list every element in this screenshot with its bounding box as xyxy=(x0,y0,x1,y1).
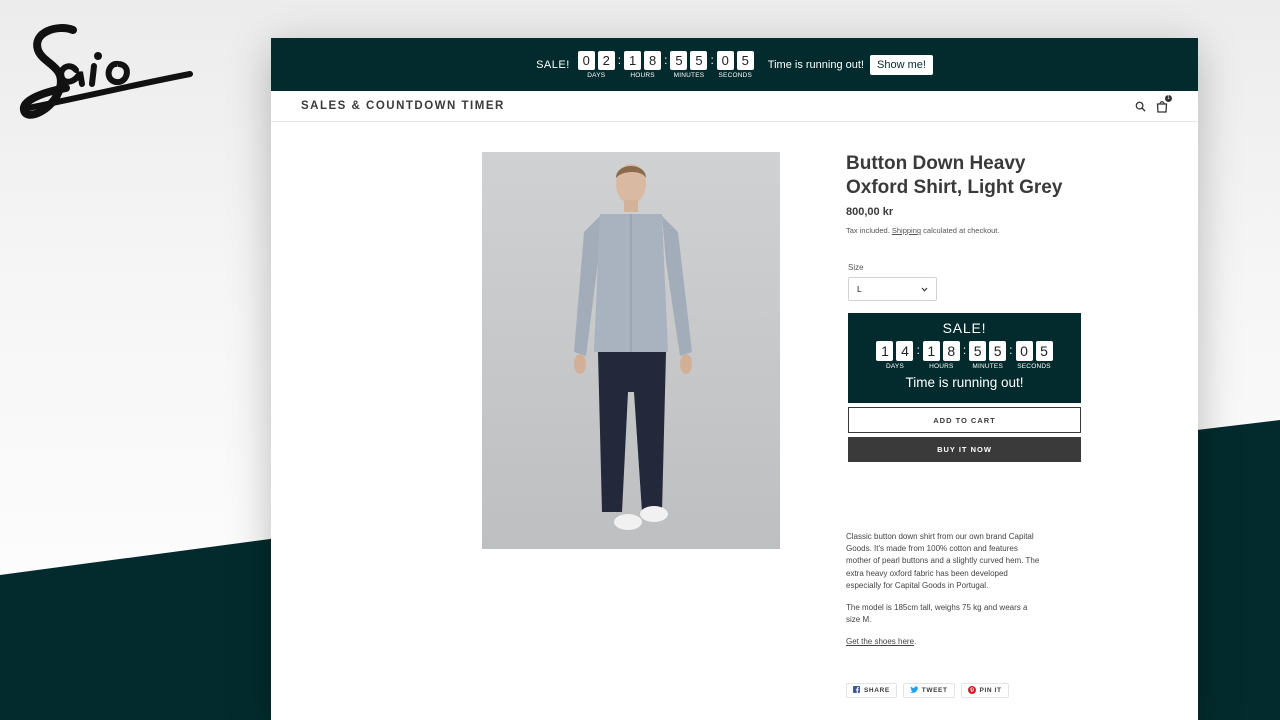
cart-icon[interactable]: 1 xyxy=(1156,94,1172,113)
countdown-days: 1 4 DAYS xyxy=(876,341,914,370)
tax-note: Tax included. Shipping calculated at che… xyxy=(846,226,1086,235)
countdown-minutes: 5 5 MINUTES xyxy=(969,341,1007,370)
share-pinterest-button[interactable]: PIN IT xyxy=(960,683,1009,698)
shoes-link[interactable]: Get the shoes here xyxy=(846,637,914,646)
product-countdown: 1 4 DAYS : 1 8 HOURS : 5 5 MINUTES: 0 5… xyxy=(848,341,1081,370)
product-countdown-box: SALE! 1 4 DAYS : 1 8 HOURS : 5 5 MINUTES… xyxy=(848,313,1081,403)
tax-text-suffix: calculated at checkout. xyxy=(923,226,1000,235)
product-info: Button Down Heavy Oxford Shirt, Light Gr… xyxy=(846,152,1086,462)
countdown-digit: 5 xyxy=(1035,341,1053,361)
pinterest-icon xyxy=(967,685,976,696)
announcement-message: Time is running out! xyxy=(767,58,864,71)
countdown-unit-label: DAYS xyxy=(885,363,904,370)
size-label: Size xyxy=(848,263,864,272)
facebook-icon xyxy=(853,686,860,695)
model-illustration xyxy=(574,164,692,530)
countdown-seconds: 0 5 SECONDS xyxy=(716,50,754,79)
countdown-announcement-bar: SALE! 0 2 DAYS : 1 8 HOURS : 5 5 MINUTES… xyxy=(271,38,1198,91)
countdown-digit: 5 xyxy=(670,50,688,70)
countdown-digit: 5 xyxy=(969,341,987,361)
size-select[interactable]: L xyxy=(848,277,937,301)
countdown-unit-label: SECONDS xyxy=(718,71,753,79)
shipping-link[interactable]: Shipping xyxy=(892,226,921,235)
countdown-minutes: 5 5 MINUTES xyxy=(670,50,708,79)
share-label: PIN IT xyxy=(979,687,1002,694)
shoes-link-suffix: . xyxy=(914,637,917,647)
product-countdown-message: Time is running out! xyxy=(905,375,1024,390)
countdown-days: 0 2 DAYS xyxy=(577,50,615,79)
product-sale-label: SALE! xyxy=(942,320,987,336)
countdown-unit-label: HOURS xyxy=(630,71,655,79)
countdown-digit: 1 xyxy=(922,341,940,361)
share-twitter-button[interactable]: TWEET xyxy=(902,683,955,698)
countdown-digit: 0 xyxy=(577,50,595,70)
show-me-button[interactable]: Show me! xyxy=(870,54,933,75)
countdown-digit: 5 xyxy=(690,50,708,70)
countdown-digit: 5 xyxy=(989,341,1007,361)
countdown-unit-label: HOURS xyxy=(929,363,954,370)
countdown-unit-label: MINUTES xyxy=(972,363,1003,370)
countdown-unit-label: SECONDS xyxy=(1017,363,1051,370)
chevron-down-icon xyxy=(921,284,928,294)
header-icons: 1 xyxy=(1135,94,1172,113)
countdown-digit: 5 xyxy=(736,50,754,70)
countdown-unit-label: MINUTES xyxy=(673,71,705,79)
countdown-separator: : xyxy=(617,52,622,67)
countdown-digit: 8 xyxy=(644,50,662,70)
store-header: SALES & COUNTDOWN TIMER 1 xyxy=(271,91,1198,122)
twitter-icon xyxy=(909,686,918,695)
product-price: 800,00 kr xyxy=(846,206,894,218)
share-buttons: SHARE TWEET PIN IT xyxy=(846,683,1009,698)
countdown-separator: : xyxy=(664,52,668,67)
countdown-separator: : xyxy=(962,343,967,357)
countdown-separator: : xyxy=(710,52,714,67)
countdown-digit: 4 xyxy=(896,341,914,361)
countdown-digit: 1 xyxy=(876,341,894,361)
store-name[interactable]: SALES & COUNTDOWN TIMER xyxy=(301,100,505,112)
announcement-sale-label: SALE! xyxy=(536,58,570,71)
buy-it-now-button[interactable]: BUY IT NOW xyxy=(848,437,1081,462)
countdown-hours: 1 8 HOURS xyxy=(922,341,960,370)
product-title: Button Down Heavy Oxford Shirt, Light Gr… xyxy=(846,153,1063,198)
countdown-digit: 0 xyxy=(1015,341,1033,361)
cart-count-badge: 1 xyxy=(1165,94,1172,102)
countdown-digit: 0 xyxy=(716,50,734,70)
search-icon[interactable] xyxy=(1135,101,1146,112)
share-label: TWEET xyxy=(921,687,948,694)
countdown-digit: 8 xyxy=(942,341,960,361)
countdown-seconds: 0 5 SECONDS xyxy=(1015,341,1053,370)
countdown-hours: 1 8 HOURS xyxy=(624,50,662,79)
announcement-countdown: 0 2 DAYS : 1 8 HOURS : 5 5 MINUTES: 0 5… xyxy=(577,50,754,79)
countdown-digit: 2 xyxy=(597,50,615,70)
shoes-paragraph: Get the shoes here. xyxy=(846,636,1041,648)
countdown-unit-label: DAYS xyxy=(587,71,606,79)
product-image[interactable] xyxy=(482,152,780,549)
share-facebook-button[interactable]: SHARE xyxy=(846,683,897,698)
description-paragraph: The model is 185cm tall, weighs 75 kg an… xyxy=(846,603,1028,625)
tax-text: Tax included. xyxy=(846,226,890,235)
product-description: Classic button down shirt from our own b… xyxy=(846,531,1041,659)
countdown-separator: : xyxy=(1009,343,1013,357)
store-window: SALE! 0 2 DAYS : 1 8 HOURS : 5 5 MINUTES… xyxy=(271,38,1198,720)
countdown-digit: 1 xyxy=(624,50,642,70)
add-to-cart-button[interactable]: ADD TO CART xyxy=(848,407,1081,433)
share-label: SHARE xyxy=(864,687,890,694)
saio-logo xyxy=(20,24,193,119)
countdown-separator: : xyxy=(916,343,920,357)
description-paragraph: Classic button down shirt from our own b… xyxy=(846,532,1040,590)
size-value: L xyxy=(857,284,862,294)
